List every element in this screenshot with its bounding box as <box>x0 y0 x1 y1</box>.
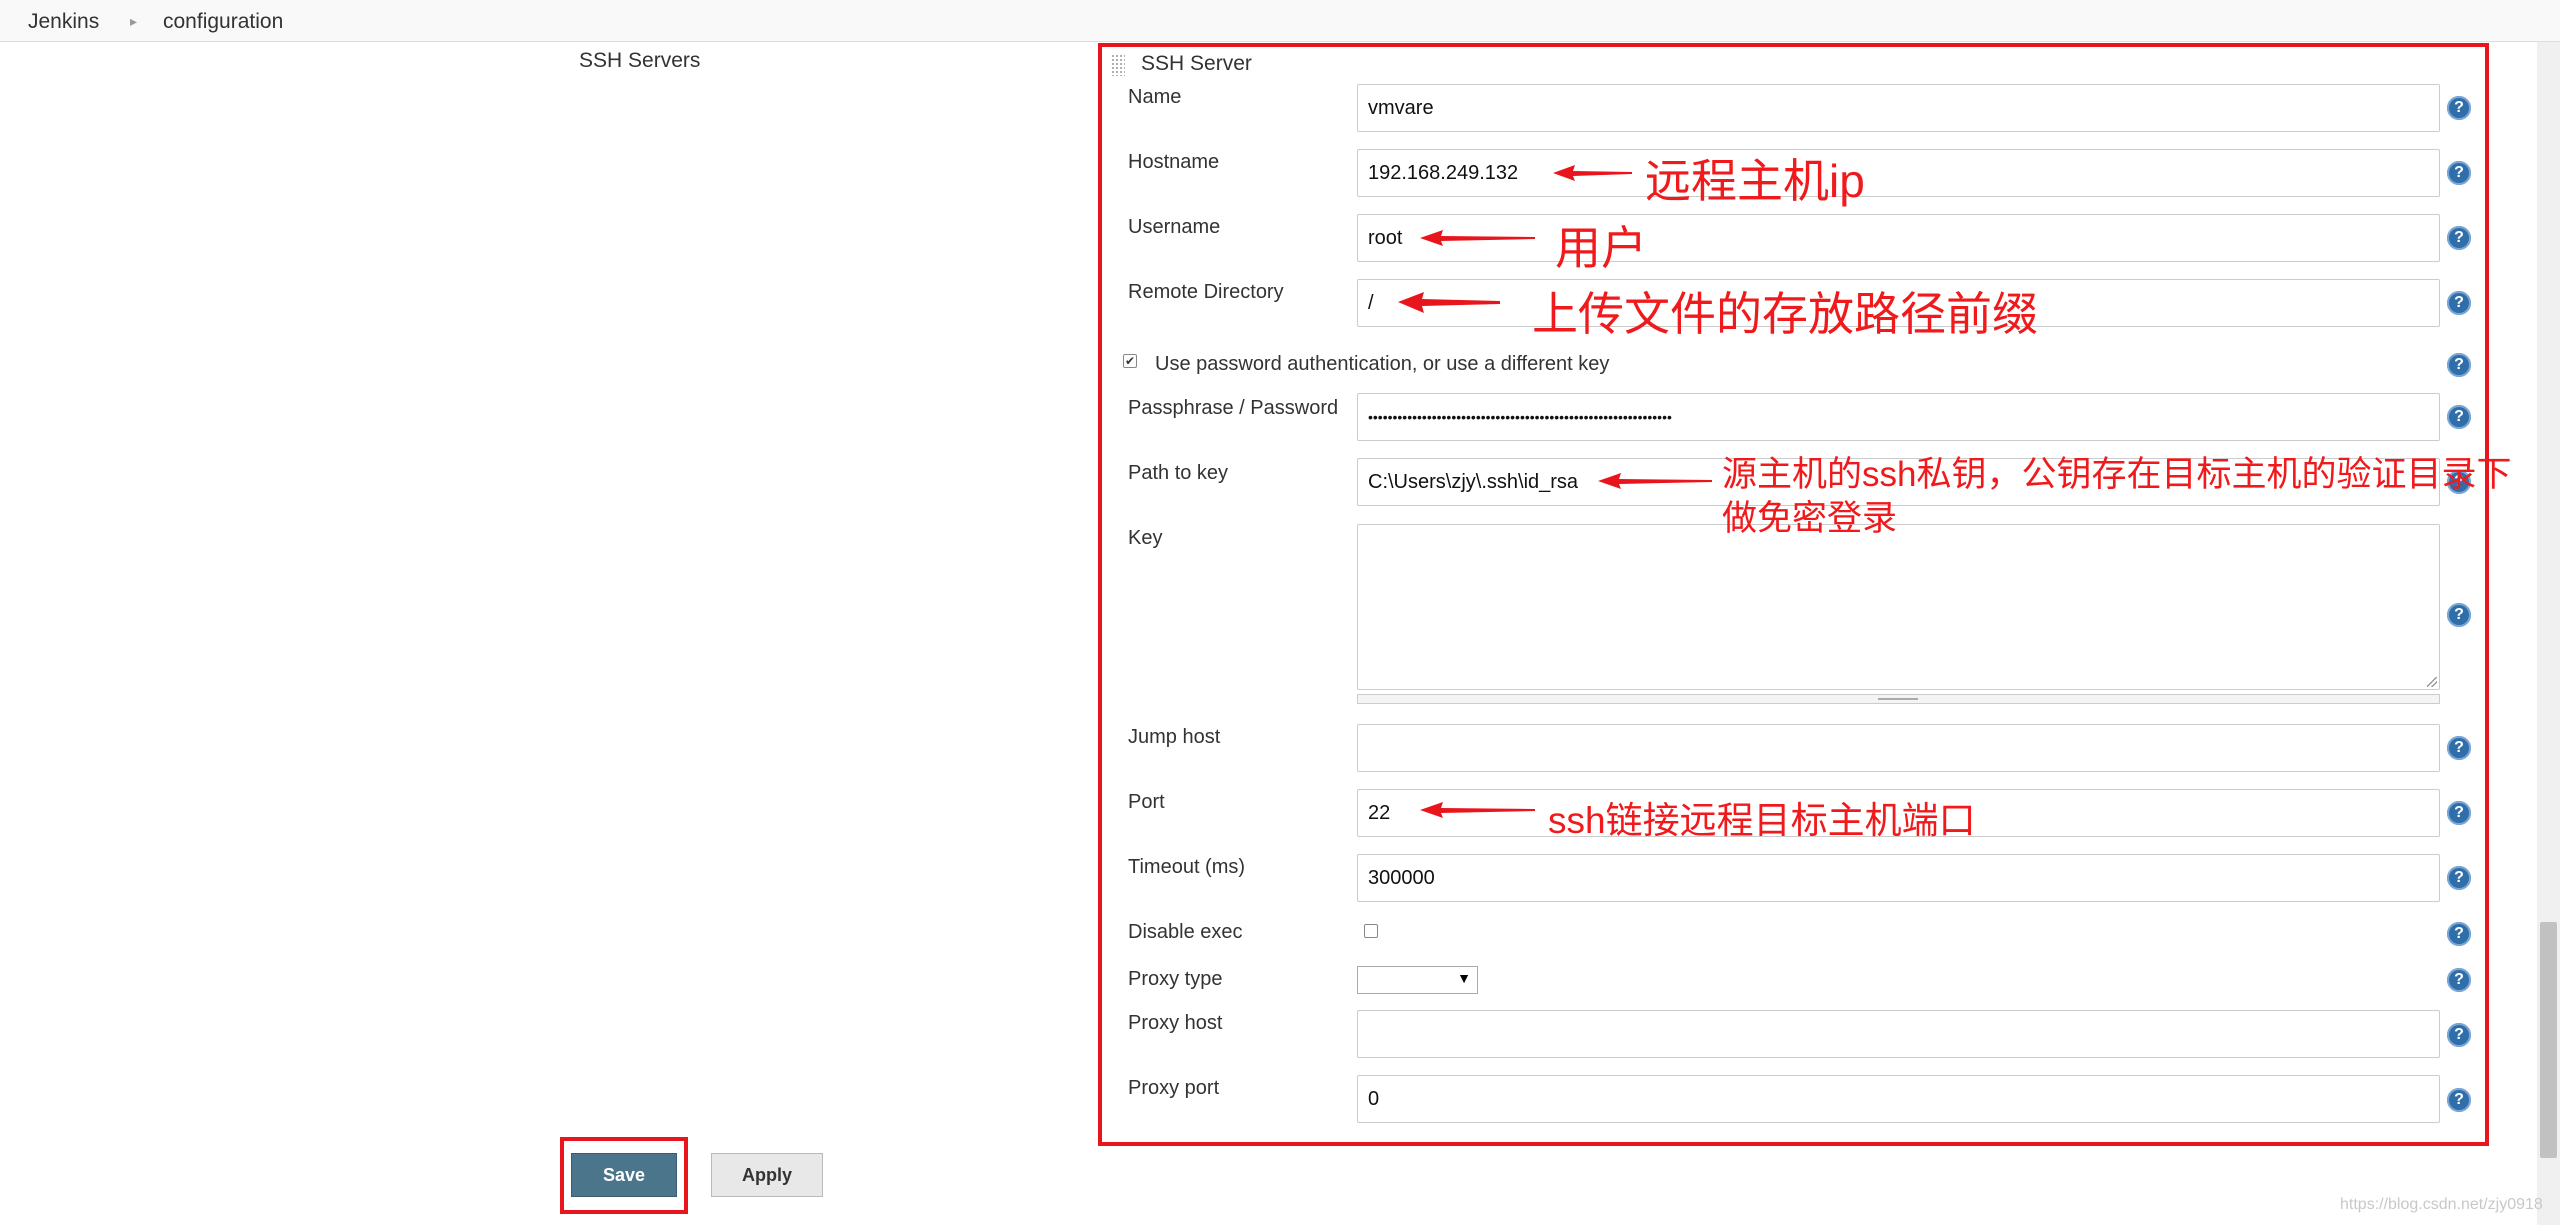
scrollbar-thumb[interactable] <box>2540 922 2557 1158</box>
save-button[interactable]: Save <box>571 1153 677 1197</box>
breadcrumb-separator-icon: ▸ <box>130 13 138 29</box>
watermark: https://blog.csdn.net/zjy0918 <box>2340 1196 2543 1213</box>
breadcrumb: Jenkins ▸ configuration <box>0 0 2560 42</box>
apply-button[interactable]: Apply <box>711 1153 823 1197</box>
section-title-ssh-servers: SSH Servers <box>579 49 701 72</box>
annotation-remote-directory: 上传文件的存放路径前缀 <box>1532 288 2038 340</box>
scrollbar[interactable] <box>2537 42 2560 1225</box>
breadcrumb-configuration[interactable]: configuration <box>163 10 283 34</box>
annotation-port: ssh链接远程目标主机端口 <box>1548 800 1976 841</box>
annotation-hostname: 远程主机ip <box>1645 155 1865 207</box>
breadcrumb-jenkins[interactable]: Jenkins <box>28 10 99 34</box>
annotation-username: 用户 <box>1555 222 1647 274</box>
annotation-path-to-key-line2: 做免密登录 <box>1722 499 1898 538</box>
